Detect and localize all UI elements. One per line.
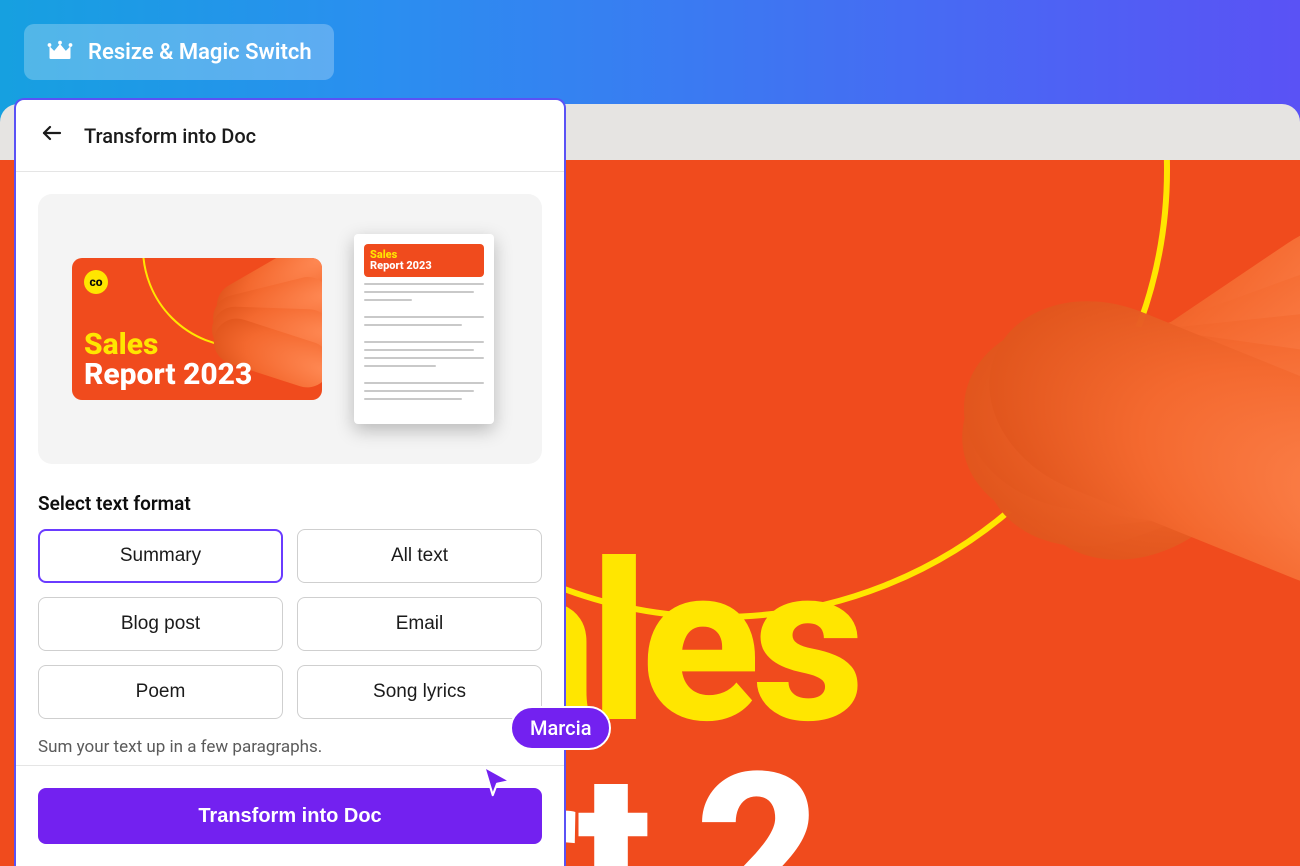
arrow-left-icon <box>40 121 64 150</box>
preview-slide-line2: Report 2023 <box>84 360 252 390</box>
format-option-blog-post[interactable]: Blog post <box>38 597 283 651</box>
format-option-label: All text <box>391 545 448 567</box>
select-format-label: Select text format <box>38 492 542 515</box>
format-option-email[interactable]: Email <box>297 597 542 651</box>
slide-fan-graphic <box>880 160 1300 640</box>
resize-magic-switch-button[interactable]: Resize & Magic Switch <box>24 24 334 80</box>
format-option-song-lyrics[interactable]: Song lyrics <box>297 665 542 719</box>
resize-magic-switch-label: Resize & Magic Switch <box>88 40 312 65</box>
format-option-all-text[interactable]: All text <box>297 529 542 583</box>
preview-doc-line2: Report 2023 <box>370 260 478 272</box>
transform-into-doc-button[interactable]: Transform into Doc <box>38 788 542 844</box>
preview-source-slide: co Sales Report 2023 <box>72 258 322 400</box>
format-option-label: Song lyrics <box>373 681 466 703</box>
format-option-label: Email <box>396 613 444 635</box>
format-options: Summary All text Blog post Email Poem So… <box>38 529 542 719</box>
preview-slide-line1: Sales <box>84 330 158 360</box>
format-option-poem[interactable]: Poem <box>38 665 283 719</box>
cta-label: Transform into Doc <box>198 805 381 827</box>
format-option-label: Summary <box>120 545 201 567</box>
format-option-label: Poem <box>136 681 186 703</box>
format-helper-text: Sum your text up in a few paragraphs. <box>38 737 542 757</box>
panel-title: Transform into Doc <box>84 124 256 148</box>
crown-icon <box>46 38 74 66</box>
transform-doc-panel: Transform into Doc co Sales Report 2023 … <box>14 98 566 866</box>
format-option-label: Blog post <box>121 613 200 635</box>
panel-header: Transform into Doc <box>16 100 564 172</box>
format-option-summary[interactable]: Summary <box>38 529 283 583</box>
back-button[interactable] <box>38 122 66 150</box>
slide-logo-badge: co <box>84 270 108 294</box>
preview-result-doc: Sales Report 2023 <box>354 234 494 424</box>
preview-card: co Sales Report 2023 Sales Report 2023 <box>38 194 542 464</box>
